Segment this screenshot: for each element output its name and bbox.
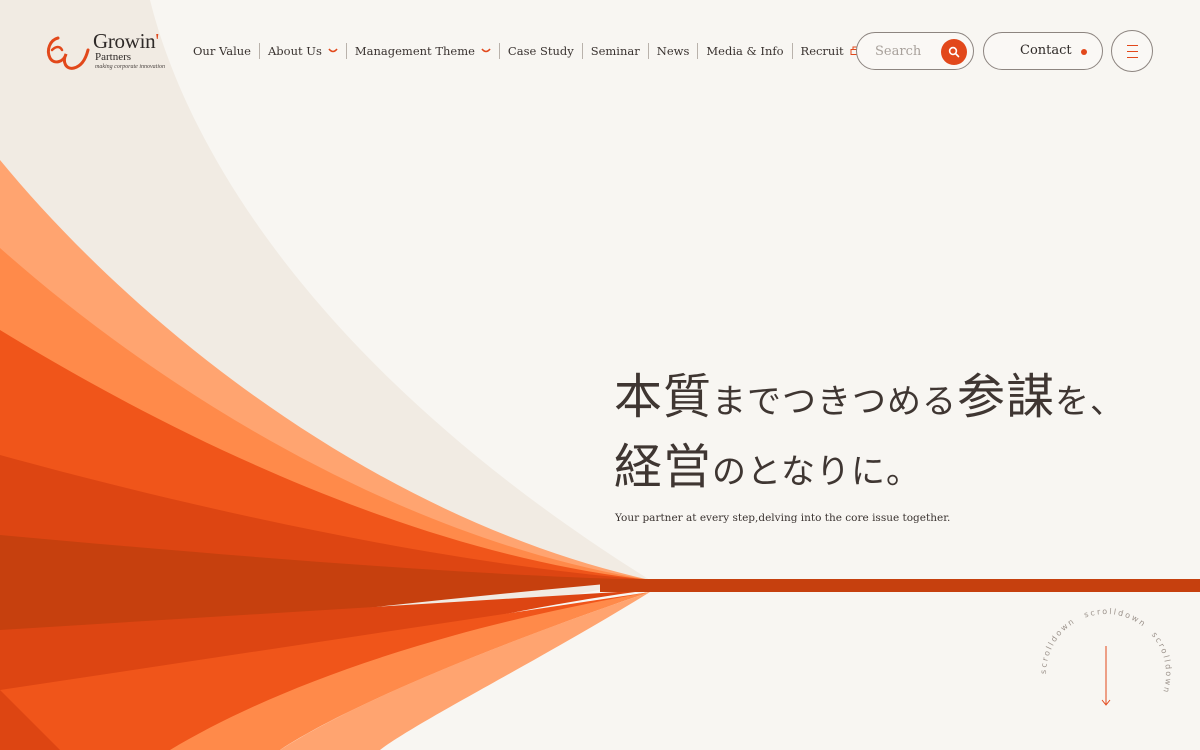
hero-headline: 本質までつきつめる参謀を、 経営のとなりに。 (614, 362, 1125, 502)
hero-text: 本質 (614, 369, 713, 425)
nav-label: Management Theme (354, 44, 475, 58)
main-nav: Our Value About Us Management Theme Case… (185, 41, 868, 61)
search-icon (948, 46, 960, 58)
contact-button[interactable]: Contact (983, 32, 1103, 70)
hero-text: のとなりに。 (712, 452, 921, 492)
nav-label: Seminar (590, 44, 640, 58)
hero-text: までつきつめる (712, 382, 958, 422)
hero-text: を、 (1055, 382, 1126, 422)
nav-label: About Us (267, 44, 322, 58)
nav-item-about-us[interactable]: About Us (260, 42, 346, 60)
hamburger-menu-icon (1127, 51, 1138, 53)
hero-line-1: 本質までつきつめる参謀を、 (614, 362, 1125, 432)
nav-label: Media & Info (706, 44, 784, 58)
hero-line-2: 経営のとなりに。 (614, 432, 1125, 502)
hamburger-menu-icon (1127, 45, 1138, 47)
brand-tagline: making corporate innovation (95, 64, 165, 70)
growin-logo-mark-icon (46, 36, 90, 70)
nav-item-our-value[interactable]: Our Value (185, 42, 259, 60)
scroll-down-indicator[interactable]: scrolldown scrolldown scrolldown (1036, 604, 1176, 744)
brand-sub: Partners (95, 51, 132, 63)
nav-item-case-study[interactable]: Case Study (500, 42, 582, 60)
hamburger-menu-button[interactable] (1111, 30, 1153, 72)
hero-text: 経営 (614, 439, 713, 495)
hero-subtitle: Your partner at every step,delving into … (615, 512, 951, 524)
search-box (856, 32, 974, 70)
nav-item-management-theme[interactable]: Management Theme (347, 42, 499, 60)
nav-item-seminar[interactable]: Seminar (583, 42, 648, 60)
search-button[interactable] (941, 39, 967, 65)
brand-logo[interactable]: Growin' Partners making corporate innova… (44, 29, 174, 74)
arrow-down-icon (1101, 646, 1111, 706)
chevron-down-icon (328, 48, 338, 53)
contact-dot-icon (1081, 49, 1087, 55)
nav-item-media-info[interactable]: Media & Info (698, 42, 791, 60)
nav-label: News (656, 44, 690, 58)
nav-label: Our Value (193, 44, 251, 58)
nav-label: Recruit (800, 44, 844, 58)
contact-label: Contact (1020, 43, 1072, 58)
nav-label: Case Study (507, 44, 574, 58)
nav-item-news[interactable]: News (649, 42, 698, 60)
hero-text: 参謀 (957, 369, 1056, 425)
hamburger-menu-icon (1127, 57, 1138, 59)
chevron-down-icon (481, 48, 491, 53)
search-input[interactable] (875, 42, 941, 60)
